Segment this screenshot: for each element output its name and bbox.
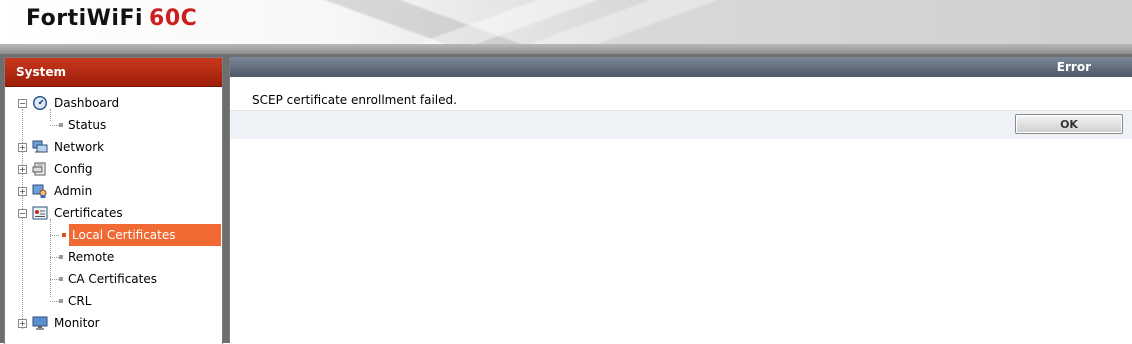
sidebar-item-label: Local Certificates: [72, 228, 176, 242]
sidebar-item-label: Status: [68, 118, 107, 132]
brand-logo: FortiWiFi 60C: [26, 6, 197, 31]
sidebar-item-label: Certificates: [54, 206, 123, 220]
sidebar-item-label: Dashboard: [54, 96, 120, 110]
sidebar-item-label: Admin: [54, 184, 93, 198]
expand-icon[interactable]: +: [18, 143, 27, 152]
config-icon: [32, 162, 46, 176]
dashboard-icon: [33, 96, 47, 110]
main-panel: Error SCEP certificate enrollment failed…: [229, 57, 1132, 343]
sidebar-item-label: CA Certificates: [68, 272, 157, 286]
sidebar-item-status[interactable]: Status: [5, 114, 221, 136]
leaf-bullet-icon: [59, 299, 63, 303]
leaf-bullet-icon: [62, 233, 66, 237]
sidebar-item-remote[interactable]: Remote: [5, 246, 221, 268]
sidebar-item-label: CRL: [68, 294, 92, 308]
header-divider: [0, 44, 1132, 54]
tree-line: [50, 125, 59, 126]
brand-model: 60C: [149, 6, 198, 31]
sidebar-item-ca-certificates[interactable]: CA Certificates: [5, 268, 221, 290]
tree-line: [50, 301, 59, 302]
sidebar-item-label: Monitor: [54, 316, 100, 330]
leaf-bullet-icon: [59, 277, 63, 281]
sidebar-item-label: Network: [54, 140, 105, 154]
panel-title: Error: [230, 57, 1132, 77]
header-decoration: [260, 0, 820, 44]
monitor-icon: [32, 316, 48, 330]
sidebar-item-crl[interactable]: CRL: [5, 290, 221, 312]
tree-line: [50, 235, 59, 236]
collapse-icon[interactable]: −: [18, 209, 27, 218]
network-icon: [32, 140, 48, 153]
sidebar-item-label: Config: [54, 162, 93, 176]
expand-icon[interactable]: +: [18, 187, 27, 196]
sidebar-item-local-certificates[interactable]: Local Certificates: [5, 224, 221, 246]
button-row: OK: [230, 110, 1132, 139]
expand-icon[interactable]: +: [18, 165, 27, 174]
error-message: SCEP certificate enrollment failed.: [252, 93, 457, 107]
ok-button[interactable]: OK: [1015, 114, 1123, 134]
expand-icon[interactable]: +: [18, 319, 27, 328]
tree-line: [50, 257, 59, 258]
admin-icon: [32, 184, 47, 198]
certificate-icon: [32, 206, 48, 220]
leaf-bullet-icon: [59, 123, 63, 127]
tree-line: [50, 279, 59, 280]
leaf-bullet-icon: [59, 255, 63, 259]
app-header: FortiWiFi 60C: [0, 0, 1132, 44]
sidebar: System − Dashboard Status + Network + Co…: [4, 57, 223, 344]
brand-name: FortiWiFi: [26, 6, 144, 31]
sidebar-item-label: Remote: [68, 250, 115, 264]
sidebar-title[interactable]: System: [5, 58, 222, 87]
collapse-icon[interactable]: −: [18, 99, 27, 108]
